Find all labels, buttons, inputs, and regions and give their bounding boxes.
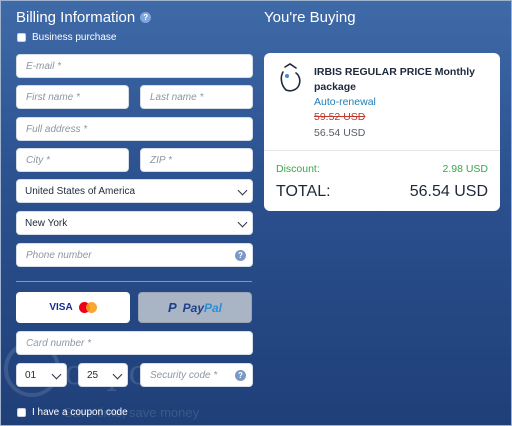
state-select[interactable]: New York	[16, 211, 253, 235]
new-price: 56.54 USD	[314, 127, 366, 139]
total-label: TOTAL:	[276, 183, 331, 200]
country-value: United States of America	[25, 185, 136, 197]
old-price: 59.52 USD	[314, 111, 366, 123]
chevron-down-icon	[237, 185, 248, 196]
product-icon	[280, 63, 301, 92]
zip-field[interactable]: ZIP *	[140, 148, 253, 172]
email-field[interactable]: E-mail *	[16, 54, 253, 78]
security-code-placeholder: Security code *	[150, 369, 218, 381]
address-field[interactable]: Full address *	[16, 117, 253, 141]
business-purchase-label: Business purchase	[32, 32, 117, 43]
help-icon[interactable]: ?	[235, 250, 246, 261]
coupon-checkbox[interactable]	[17, 408, 26, 417]
phone-field[interactable]: Phone number ?	[16, 243, 253, 267]
zip-placeholder: ZIP *	[150, 154, 172, 166]
section-divider	[16, 281, 252, 282]
first-name-placeholder: First name *	[26, 91, 80, 103]
paypal-label: PayPal	[183, 301, 222, 315]
country-select[interactable]: United States of America	[16, 179, 253, 203]
card-number-placeholder: Card number *	[26, 337, 92, 349]
security-code-field[interactable]: Security code * ?	[140, 363, 253, 387]
coupon-label: I have a coupon code	[32, 407, 128, 418]
last-name-field[interactable]: Last name *	[140, 85, 253, 109]
chevron-down-icon	[51, 369, 62, 380]
auto-renewal-link[interactable]: Auto-renewal	[314, 96, 376, 108]
billing-title: Billing Information ?	[16, 9, 152, 26]
order-summary-card: IRBIS REGULAR PRICE Monthly package Auto…	[264, 53, 500, 211]
discount-label: Discount:	[276, 163, 320, 175]
paypal-pal-text: Pal	[204, 300, 223, 315]
email-placeholder: E-mail *	[26, 60, 62, 72]
first-name-field[interactable]: First name *	[16, 85, 129, 109]
expiry-month-value: 01	[25, 369, 37, 381]
state-value: New York	[25, 217, 68, 229]
expiry-month-select[interactable]: 01	[16, 363, 67, 387]
visa-label: VISA	[49, 302, 73, 313]
card-payment-button[interactable]: VISA	[16, 292, 130, 323]
city-placeholder: City *	[26, 154, 50, 166]
chevron-down-icon	[237, 217, 248, 228]
help-icon[interactable]: ?	[235, 370, 246, 381]
business-purchase-row[interactable]: Business purchase	[17, 32, 117, 43]
paypal-pay-text: Pay	[182, 300, 204, 315]
city-field[interactable]: City *	[16, 148, 129, 172]
help-icon[interactable]: ?	[140, 12, 152, 23]
paypal-button[interactable]: P PayPal	[138, 292, 252, 323]
expiry-year-value: 25	[87, 369, 99, 381]
address-placeholder: Full address *	[26, 123, 88, 135]
mastercard-icon	[78, 302, 97, 313]
paypal-icon: P	[167, 300, 177, 315]
discount-value: 2.98 USD	[442, 163, 488, 175]
product-name: IRBIS REGULAR PRICE Monthly package	[314, 66, 476, 93]
card-number-field[interactable]: Card number *	[16, 331, 253, 355]
chevron-down-icon	[112, 369, 123, 380]
coupon-row[interactable]: I have a coupon code	[17, 407, 128, 418]
summary-divider	[264, 150, 500, 151]
business-purchase-checkbox[interactable]	[17, 33, 26, 42]
total-value: 56.54 USD	[409, 183, 488, 200]
phone-placeholder: Phone number	[26, 249, 92, 261]
last-name-placeholder: Last name *	[150, 91, 204, 103]
summary-title: You're Buying	[264, 9, 356, 26]
expiry-year-select[interactable]: 25	[78, 363, 128, 387]
billing-title-text: Billing Information	[16, 9, 136, 26]
